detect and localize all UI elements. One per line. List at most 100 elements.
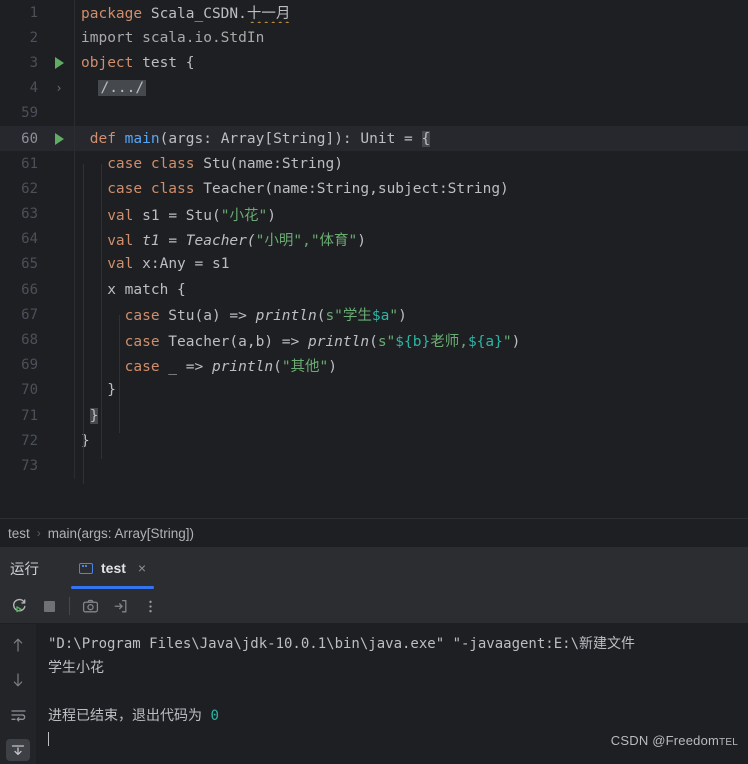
line-content: def main(args: Array[String]): Unit = { [75, 130, 748, 147]
token-brace-match: } [89, 407, 99, 424]
code-line[interactable]: 63 val s1 = Stu("小花") [0, 201, 748, 227]
code-line[interactable]: 61 case class Stu(name:String) [0, 151, 748, 177]
token-rest: s1 = Stu( [133, 207, 221, 224]
chevron-right-icon[interactable]: › [55, 82, 62, 94]
token-string: " [502, 333, 512, 350]
console-side-toolbar [0, 624, 36, 764]
code-line[interactable]: 64 val t1 = Teacher("小明","体育") [0, 226, 748, 252]
run-gutter-icon[interactable] [44, 132, 74, 145]
rerun-button[interactable] [4, 592, 34, 620]
run-tool-window: 运行 test × "D:\Program Files\Java\jdk-10.… [0, 547, 748, 764]
token-string: s"学生 [325, 308, 372, 325]
breadcrumb-item-class[interactable]: test [8, 526, 30, 541]
token-brace: { [185, 54, 195, 71]
token-keyword: case [124, 333, 160, 350]
line-content: case Stu(a) => println(s"学生$a") [75, 304, 748, 325]
scroll-down-button[interactable] [6, 669, 30, 691]
token-keyword: case class [107, 155, 195, 172]
code-line[interactable]: 62 case class Teacher(name:String,subjec… [0, 176, 748, 202]
line-number: 69 [21, 357, 38, 374]
code-line[interactable]: 73 [0, 453, 748, 479]
console-body: "D:\Program Files\Java\jdk-10.0.1\bin\ja… [0, 624, 748, 764]
line-content: import scala.io.StdIn [75, 30, 748, 46]
fold-toggle[interactable]: › [44, 82, 74, 94]
line-number: 59 [21, 105, 38, 122]
scroll-up-button[interactable] [6, 634, 30, 656]
token-function: println [255, 308, 317, 325]
token-brace: } [107, 382, 116, 399]
line-number: 2 [29, 29, 38, 46]
code-line[interactable]: 67 case Stu(a) => println(s"学生$a") [0, 302, 748, 328]
token-keyword: case [124, 308, 160, 325]
breadcrumb[interactable]: test › main(args: Array[String]) [0, 518, 748, 547]
code-line[interactable]: 69 case _ => println("其他") [0, 352, 748, 378]
token-string: "其他" [281, 358, 329, 375]
line-number: 65 [21, 256, 38, 273]
line-number: 63 [21, 206, 38, 223]
line-number: 68 [21, 332, 38, 349]
breadcrumb-item-method[interactable]: main(args: Array[String]) [48, 526, 194, 541]
code-line[interactable]: 72 } [0, 428, 748, 454]
run-gutter-icon[interactable] [44, 56, 74, 69]
line-content: val s1 = Stu("小花") [75, 204, 748, 225]
soft-wrap-button[interactable] [6, 704, 30, 726]
stop-icon [43, 600, 55, 612]
code-line[interactable]: 66 x match { [0, 277, 748, 303]
token-typo: 十一月 [246, 6, 291, 23]
tab-active-indicator [71, 586, 155, 589]
scroll-to-end-button[interactable] [6, 739, 30, 761]
code-line[interactable]: 59 [0, 100, 748, 126]
console-exit-code: 0 [210, 708, 219, 724]
stop-button[interactable] [34, 592, 64, 620]
code-lines: 1 package Scala_CSDN.十一月 2 import scala.… [0, 0, 748, 479]
close-icon[interactable]: × [138, 560, 146, 576]
console-caret [48, 732, 49, 746]
scroll-up-icon [13, 638, 23, 652]
code-line[interactable]: 1 package Scala_CSDN.十一月 [0, 0, 748, 26]
token-package: Scala_CSDN. [142, 6, 247, 23]
run-tab-bar: 运行 test × [0, 547, 748, 589]
run-window-title: 运行 [10, 561, 39, 578]
more-options-button[interactable] [135, 592, 165, 620]
code-editor[interactable]: 1 package Scala_CSDN.十一月 2 import scala.… [0, 0, 748, 518]
code-line[interactable]: 71 } [0, 403, 748, 429]
token-interpolation: $a [371, 308, 390, 325]
code-line[interactable]: 68 case Teacher(a,b) => println(s"${b}老师… [0, 327, 748, 353]
camera-icon [82, 599, 98, 612]
token-keyword: val [107, 256, 134, 273]
line-number: 60 [21, 130, 38, 147]
token-keyword: case class [107, 180, 195, 197]
line-number: 73 [21, 457, 38, 474]
console-output[interactable]: "D:\Program Files\Java\jdk-10.0.1\bin\ja… [36, 624, 748, 764]
code-line[interactable]: 70 } [0, 377, 748, 403]
folded-region[interactable]: /.../ [98, 80, 147, 97]
code-line[interactable]: 65 val x:Any = s1 [0, 251, 748, 278]
play-triangle-icon[interactable] [54, 132, 64, 145]
token-function: println [307, 333, 370, 350]
token-paren: ) [357, 232, 367, 249]
line-number: 61 [21, 155, 38, 172]
token-brace-match: { [421, 130, 431, 147]
token-string: 老师, [430, 333, 468, 350]
export-button[interactable] [105, 592, 135, 620]
code-line-current[interactable]: 60 def main(args: Array[String]): Unit =… [0, 125, 748, 152]
chevron-right-icon: › [36, 526, 41, 540]
code-line[interactable]: 3 object test { [0, 50, 748, 76]
gutter-divider [74, 100, 75, 126]
screenshot-button[interactable] [75, 592, 105, 620]
line-number: 70 [21, 382, 38, 399]
token-pattern: _ => [159, 358, 212, 375]
tab-label: test [101, 560, 126, 576]
code-line[interactable]: 4 › /.../ [0, 75, 748, 101]
scroll-down-icon [13, 673, 23, 687]
indent-guide [119, 315, 120, 433]
line-content: object test { [75, 55, 748, 71]
ide-window: 1 package Scala_CSDN.十一月 2 import scala.… [0, 0, 748, 764]
tab-test[interactable]: test × [69, 547, 156, 589]
code-line[interactable]: 2 import scala.io.StdIn [0, 25, 748, 51]
line-number: 4 [29, 80, 38, 97]
rerun-icon [12, 598, 26, 612]
play-triangle-icon[interactable] [54, 56, 64, 69]
indent-guide [101, 164, 102, 459]
line-number: 1 [29, 4, 38, 21]
